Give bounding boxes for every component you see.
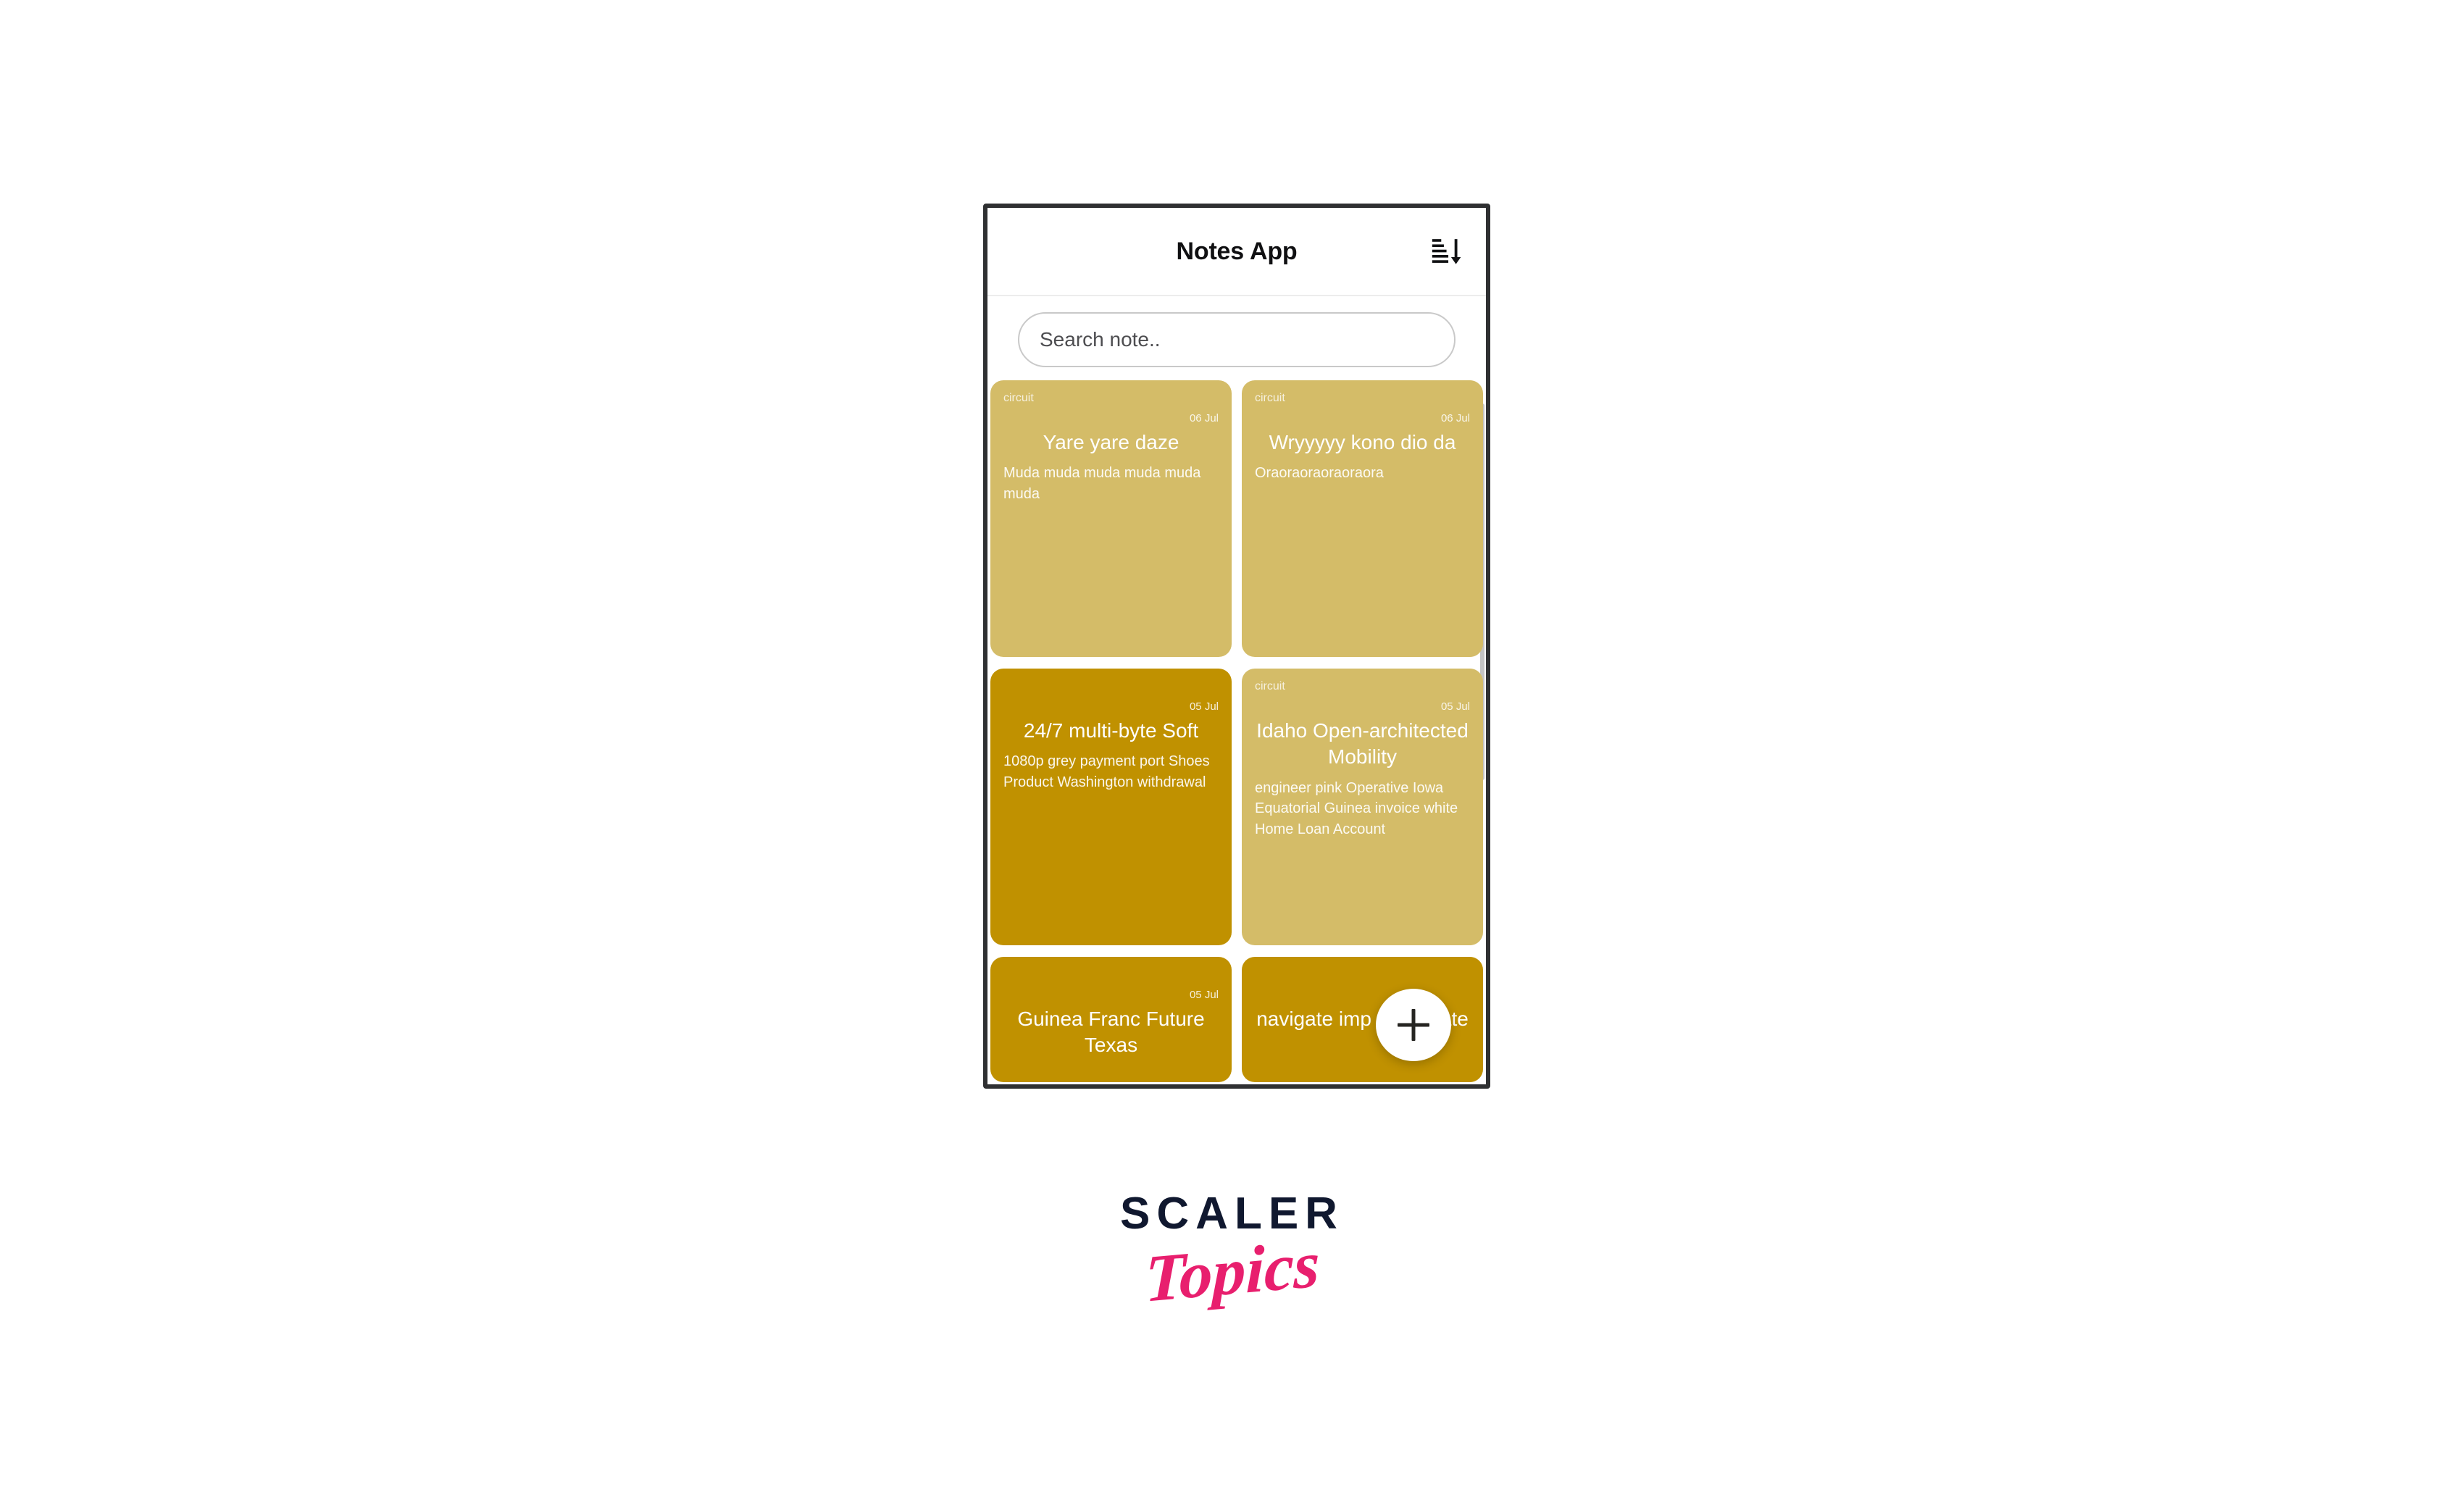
- page-title: Notes App: [1176, 237, 1298, 265]
- note-title: Idaho Open-architected Mobility: [1256, 719, 1469, 769]
- note-title: Yare yare daze: [1043, 431, 1179, 453]
- note-date: 05 Jul: [1440, 700, 1470, 713]
- note-card[interactable]: circuit 06 Jul Yare yare daze Muda muda …: [990, 380, 1232, 657]
- note-title: Wryyyyy kono dio da: [1269, 431, 1456, 453]
- app-bar: Notes App: [987, 208, 1486, 296]
- note-card[interactable]: circuit 06 Jul Wryyyyy kono dio da Oraor…: [1242, 380, 1483, 657]
- notes-scroll-area[interactable]: circuit 06 Jul Yare yare daze Muda muda …: [987, 377, 1486, 1084]
- plus-icon: [1398, 1009, 1429, 1041]
- note-body: Oraoraoraoraoraora: [1255, 465, 1384, 482]
- note-body: Muda muda muda muda muda muda: [1003, 465, 1201, 502]
- logo-topics-text: Topics: [1144, 1226, 1320, 1316]
- note-body: engineer pink Operative Iowa Equatorial …: [1255, 779, 1458, 837]
- search-section: [987, 296, 1486, 377]
- note-card[interactable]: circuit 05 Jul Idaho Open-architected Mo…: [1242, 669, 1483, 945]
- sort-descending-icon[interactable]: [1425, 230, 1467, 272]
- note-date: 05 Jul: [1189, 989, 1219, 1001]
- note-title: 24/7 multi-byte Soft: [1023, 719, 1199, 742]
- search-input[interactable]: [1038, 327, 1435, 352]
- phone-frame: Notes App Search note.. circuit 06 Jul Y…: [983, 204, 1490, 1089]
- note-body: 1080p grey payment port Shoes Product Wa…: [1003, 753, 1210, 790]
- note-date: 05 Jul: [1189, 700, 1219, 713]
- note-label: [1255, 968, 1470, 981]
- note-label: [1003, 680, 1219, 693]
- notes-grid: circuit 06 Jul Yare yare daze Muda muda …: [987, 377, 1486, 1082]
- note-title: Guinea Franc Future Texas: [1017, 1008, 1205, 1057]
- note-label: circuit: [1255, 680, 1285, 692]
- search-box[interactable]: [1018, 312, 1456, 367]
- note-label: circuit: [1003, 392, 1034, 404]
- scaler-topics-logo: SCALER Topics: [0, 1192, 2464, 1316]
- note-label: [1003, 968, 1219, 981]
- note-label: circuit: [1255, 392, 1285, 404]
- note-date: 06 Jul: [1189, 412, 1219, 424]
- phone-screen: Notes App Search note.. circuit 06 Jul Y…: [987, 208, 1486, 1084]
- screenshot-canvas: Notes App Search note.. circuit 06 Jul Y…: [0, 0, 2464, 1503]
- note-card[interactable]: 05 Jul Guinea Franc Future Texas: [990, 957, 1232, 1082]
- note-card[interactable]: 05 Jul 24/7 multi-byte Soft 1080p grey p…: [990, 669, 1232, 945]
- note-date: 06 Jul: [1440, 412, 1470, 424]
- add-note-fab[interactable]: [1376, 989, 1451, 1061]
